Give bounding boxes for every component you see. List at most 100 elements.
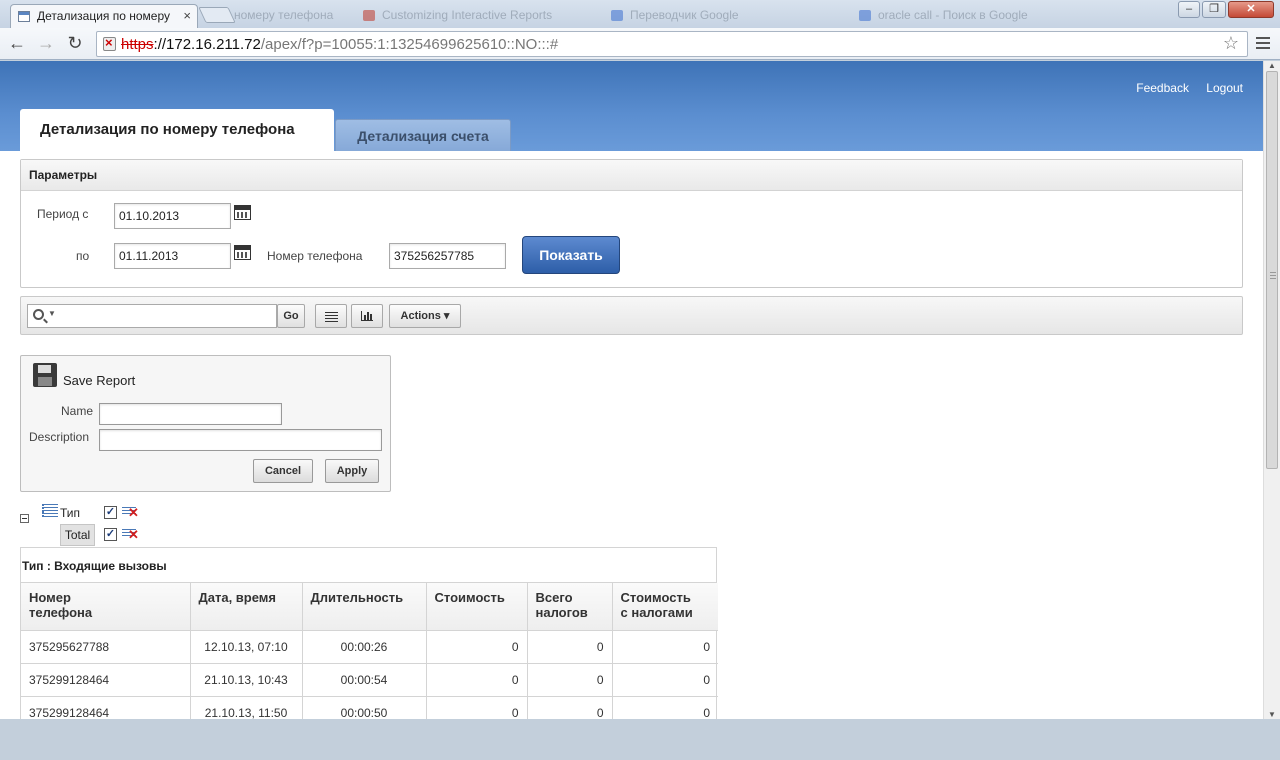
view-chart-button[interactable] <box>351 304 383 328</box>
column-header-phone[interactable]: Номер телефона <box>21 583 191 631</box>
forward-arrow-icon[interactable]: → <box>36 33 56 53</box>
total-checkbox[interactable]: ✓ <box>104 528 117 541</box>
period-to-input[interactable] <box>114 243 231 269</box>
url-protocol: https <box>121 36 154 53</box>
minimize-icon: – <box>1185 3 1193 15</box>
url-text: https://172.16.211.72/apex/f?p=10055:1:1… <box>121 36 558 53</box>
phone-number-input[interactable] <box>389 243 506 269</box>
browser-toolbar: ← → ↻ https://172.16.211.72/apex/f?p=100… <box>0 28 1280 60</box>
back-arrow-icon[interactable]: ← <box>7 33 27 53</box>
apply-button[interactable]: Apply <box>325 459 379 483</box>
ghost-tab-title: номеру телефона <box>234 8 334 22</box>
column-header-cost-with-taxes[interactable]: Стоимость с налогами <box>612 583 718 631</box>
browser-tab-ghost-2: Customizing Interactive Reports <box>356 4 596 28</box>
tab-invoice-details[interactable]: Детализация счета <box>335 119 511 151</box>
column-header-taxes[interactable]: Всего налогов <box>527 583 613 631</box>
app-header: Feedback Logout Детализация по номеру те… <box>0 61 1263 151</box>
collapse-icon[interactable] <box>20 514 29 523</box>
search-icon[interactable] <box>33 309 44 320</box>
remove-control-break-icon[interactable] <box>122 503 140 521</box>
cell-taxes: 0 <box>527 630 613 664</box>
ghost-tab-title: Customizing Interactive Reports <box>382 8 553 22</box>
maximize-button[interactable]: ❐ <box>1202 1 1226 18</box>
report-description-input[interactable] <box>99 429 382 451</box>
group-heading: Тип : Входящие вызовы <box>21 548 716 583</box>
name-label: Name <box>61 404 94 418</box>
description-label: Description <box>29 430 90 444</box>
bar-chart-icon <box>361 311 373 321</box>
browser-menu-icon[interactable] <box>1256 35 1270 49</box>
cell-phone: 375299128464 <box>21 663 191 697</box>
header-links: Feedback Logout <box>1122 81 1243 95</box>
table-row: 375299128464 21.10.13, 10:43 00:00:54 0 … <box>21 663 718 697</box>
go-button[interactable]: Go <box>277 304 305 328</box>
chevron-down-icon[interactable]: ▼ <box>48 309 56 318</box>
cell-cost-with-taxes: 0 <box>612 663 718 697</box>
total-label: Total <box>60 524 95 546</box>
cell-cost: 0 <box>426 663 528 697</box>
ghost-tab-title: Переводчик Google <box>630 8 739 22</box>
close-tab-icon[interactable]: × <box>183 5 191 27</box>
show-button[interactable]: Показать <box>522 236 620 274</box>
tab-phone-details[interactable]: Детализация по номеру телефона <box>20 109 334 151</box>
window-close-button[interactable]: ✕ <box>1228 1 1274 18</box>
browser-tab-ghost-4: oracle call - Поиск в Google <box>852 4 1072 28</box>
period-from-input[interactable] <box>114 203 231 229</box>
calendar-icon[interactable] <box>234 245 251 260</box>
window-bottom-frame <box>0 719 1280 760</box>
page-scrollbar[interactable]: ▲ ▼ <box>1263 61 1280 719</box>
view-report-button[interactable] <box>315 304 347 328</box>
feedback-link[interactable]: Feedback <box>1136 81 1189 95</box>
page-viewport: Feedback Logout Детализация по номеру те… <box>0 61 1263 719</box>
column-header-datetime[interactable]: Дата, время <box>190 583 303 631</box>
cell-cost: 0 <box>426 630 528 664</box>
cell-cost-with-taxes: 0 <box>612 630 718 664</box>
maximize-icon: ❐ <box>1209 3 1219 15</box>
remove-total-icon[interactable] <box>122 525 140 543</box>
logout-link[interactable]: Logout <box>1206 81 1243 95</box>
cell-duration: 00:00:26 <box>302 630 427 664</box>
calendar-icon[interactable] <box>234 205 251 220</box>
browser-tab-title: Детализация по номеру <box>37 9 170 23</box>
cell-duration: 00:00:50 <box>302 696 427 719</box>
cell-cost: 0 <box>426 696 528 719</box>
scroll-down-icon[interactable]: ▼ <box>1268 710 1276 719</box>
scroll-thumb[interactable] <box>1266 71 1278 469</box>
url-host: ://172.16.211.72 <box>153 36 261 53</box>
cell-taxes: 0 <box>527 696 613 719</box>
browser-tab-ghost-3: Переводчик Google <box>604 4 844 28</box>
column-header-duration[interactable]: Длительность <box>302 583 427 631</box>
window-close-icon: ✕ <box>1246 3 1256 15</box>
period-to-label: по <box>76 249 90 263</box>
cell-phone: 375299128464 <box>21 696 191 719</box>
report-name-input[interactable] <box>99 403 282 425</box>
column-header-label: Стоимость с налогами <box>620 590 693 620</box>
minimize-button[interactable]: – <box>1178 1 1200 18</box>
table-header-row: Номер телефона Дата, время Длительность … <box>21 583 718 631</box>
reload-icon[interactable]: ↻ <box>65 33 85 53</box>
report-table: Номер телефона Дата, время Длительность … <box>21 583 718 719</box>
column-header-label: Длительность <box>310 590 404 605</box>
scroll-up-icon[interactable]: ▲ <box>1268 61 1276 70</box>
table-row: 375295627788 12.10.13, 07:10 00:00:26 0 … <box>21 630 718 664</box>
browser-tab-strip: Детализация по номеру × номеру телефона … <box>0 0 1280 28</box>
list-view-icon <box>324 312 338 324</box>
column-header-label: Номер телефона <box>29 590 93 620</box>
address-bar[interactable]: https://172.16.211.72/apex/f?p=10055:1:1… <box>96 31 1248 57</box>
ghost-favicon <box>363 10 375 21</box>
browser-tab-active[interactable]: Детализация по номеру × <box>10 4 198 28</box>
report-region: Тип : Входящие вызовы Номер телефона Дат… <box>20 547 718 719</box>
column-header-cost[interactable]: Стоимость <box>426 583 528 631</box>
parameters-region: Параметры Период с по Номер телефона Пок… <box>20 159 1243 288</box>
cancel-button[interactable]: Cancel <box>253 459 313 483</box>
bookmark-star-icon[interactable]: ☆ <box>1223 33 1239 54</box>
cell-phone: 375295627788 <box>21 630 191 664</box>
cell-datetime: 12.10.13, 07:10 <box>190 630 303 664</box>
table-row: 375299128464 21.10.13, 11:50 00:00:50 0 … <box>21 696 718 719</box>
insecure-lock-icon[interactable] <box>103 35 116 51</box>
search-input[interactable]: ▼ <box>27 304 277 328</box>
url-path: /apex/f?p=10055:1:13254699625610::NO:::# <box>260 36 559 53</box>
control-break-checkbox[interactable]: ✓ <box>104 506 117 519</box>
actions-menu-button[interactable]: Actions ▾ <box>389 304 461 328</box>
control-break-icon <box>42 504 58 517</box>
